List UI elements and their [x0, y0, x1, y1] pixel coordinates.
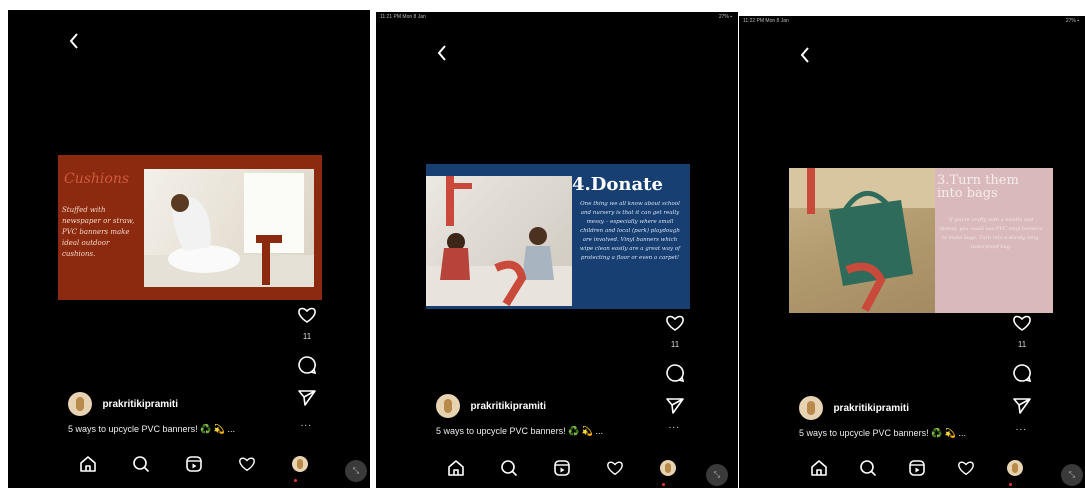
status-time: 11:22 PM Mon 8 Jan [743, 18, 789, 24]
status-battery: 27% ▪ [1065, 18, 1079, 24]
home-icon [80, 456, 96, 472]
screen-1: Cushions Stuffed with newspaper or straw… [8, 10, 370, 488]
caption[interactable]: 5 ways to upcycle PVC banners! ♻️ 💫 ... [68, 424, 235, 435]
search-icon [501, 460, 518, 477]
nav-profile[interactable] [288, 452, 312, 482]
nav-home[interactable] [76, 452, 100, 476]
status-battery: 27% ▪ [718, 14, 732, 20]
heart-icon[interactable] [297, 306, 317, 324]
nav-reels[interactable] [905, 456, 929, 480]
back-button[interactable] [799, 46, 811, 68]
slide-title: Cushions [64, 171, 130, 187]
nav-reels[interactable] [550, 456, 574, 480]
reels-icon [909, 460, 925, 476]
post-image[interactable]: Cushions Stuffed with newspaper or straw… [58, 155, 322, 300]
more-options-button[interactable]: ... [669, 420, 680, 431]
activity-heart-icon [607, 461, 623, 476]
nav-search[interactable] [129, 452, 153, 476]
collapse-icon[interactable]: ⤡ [345, 460, 367, 482]
activity-heart-icon [239, 457, 255, 472]
paper-plane-icon[interactable] [297, 389, 317, 407]
screen-2: 11:21 PM Mon 8 Jan 27% ▪ 4.Donate One th… [376, 12, 738, 488]
heart-icon[interactable] [1012, 314, 1032, 332]
home-icon [448, 460, 464, 476]
bottom-nav [76, 452, 312, 482]
caption[interactable]: 5 ways to upcycle PVC banners! ♻️ 💫 ... [436, 426, 603, 437]
reels-icon [186, 456, 202, 472]
comment-bubble-icon[interactable] [1012, 363, 1032, 383]
screen-3: 11:22 PM Mon 8 Jan 27% ▪ 3.Turn them int… [739, 16, 1085, 488]
username[interactable]: prakritikipramiti [102, 399, 178, 410]
nav-search[interactable] [497, 456, 521, 480]
bottom-nav [444, 456, 680, 486]
back-button[interactable] [436, 44, 448, 66]
bottom-nav [807, 456, 1027, 486]
nav-reels[interactable] [182, 452, 206, 476]
nav-home[interactable] [444, 456, 468, 480]
more-options-button[interactable]: ... [1016, 422, 1027, 433]
caption[interactable]: 5 ways to upcycle PVC banners! ♻️ 💫 ... [799, 428, 966, 439]
notification-dot [1009, 483, 1012, 486]
status-time: 11:21 PM Mon 8 Jan [380, 14, 426, 20]
profile-avatar [292, 456, 308, 472]
nav-profile[interactable] [656, 456, 680, 486]
slide-text: If you're crafty with a needle and threa… [939, 217, 1043, 250]
profile-avatar [660, 460, 676, 476]
avatar[interactable] [68, 392, 92, 416]
slide-photo [789, 168, 935, 313]
avatar[interactable] [799, 396, 823, 420]
paper-plane-icon[interactable] [1012, 397, 1032, 415]
nav-activity[interactable] [954, 456, 978, 480]
action-column: 11 [294, 306, 320, 407]
home-icon [811, 460, 827, 476]
post-meta: prakritikipramiti 5 ways to upcycle PVC … [68, 392, 235, 435]
slide-photo [426, 176, 572, 307]
post-meta: prakritikipramiti 5 ways to upcycle PVC … [436, 394, 603, 437]
like-count: 11 [302, 332, 312, 341]
slide-text: One thing we all know about school and n… [579, 201, 681, 261]
collapse-icon[interactable]: ⤡ [706, 464, 728, 486]
reels-icon [554, 460, 570, 476]
nav-search[interactable] [856, 456, 880, 480]
chevron-left-icon [69, 33, 78, 49]
post-image[interactable]: 4.Donate One thing we all know about sch… [426, 164, 690, 309]
nav-activity[interactable] [603, 456, 627, 480]
back-button[interactable] [68, 32, 80, 54]
post-meta: prakritikipramiti 5 ways to upcycle PVC … [799, 396, 966, 439]
profile-avatar [1007, 460, 1023, 476]
username[interactable]: prakritikipramiti [470, 401, 546, 412]
slide-text: Stuffed with newspaper or straw, PVC ban… [62, 206, 135, 258]
comment-bubble-icon[interactable] [665, 363, 685, 383]
paper-plane-icon[interactable] [665, 397, 685, 415]
slide-title: 4.Donate [572, 174, 663, 195]
avatar[interactable] [436, 394, 460, 418]
slide-title: 3.Turn them into bags [937, 173, 1019, 201]
username[interactable]: prakritikipramiti [833, 403, 909, 414]
woman-cushion-illustration [144, 173, 314, 287]
activity-heart-icon [958, 461, 974, 476]
like-count: 11 [1017, 340, 1027, 349]
post-image[interactable]: 3.Turn them into bags If you're crafty w… [789, 168, 1053, 313]
slide-photo [144, 169, 314, 287]
chevron-left-icon [800, 47, 809, 63]
green-bag-illustration [789, 168, 935, 312]
action-column: 11 [662, 314, 688, 415]
notification-dot [294, 479, 297, 482]
like-count: 11 [670, 340, 680, 349]
more-options-button[interactable]: ... [301, 418, 312, 429]
notification-dot [662, 483, 665, 486]
search-icon [860, 460, 877, 477]
action-column: 11 [1009, 314, 1035, 415]
nav-activity[interactable] [235, 452, 259, 476]
comment-bubble-icon[interactable] [297, 355, 317, 375]
nav-profile[interactable] [1003, 456, 1027, 486]
collapse-icon[interactable]: ⤡ [1061, 464, 1083, 486]
nav-home[interactable] [807, 456, 831, 480]
heart-icon[interactable] [665, 314, 685, 332]
chevron-left-icon [437, 45, 446, 61]
search-icon [133, 456, 150, 473]
children-playing-illustration [426, 176, 572, 307]
